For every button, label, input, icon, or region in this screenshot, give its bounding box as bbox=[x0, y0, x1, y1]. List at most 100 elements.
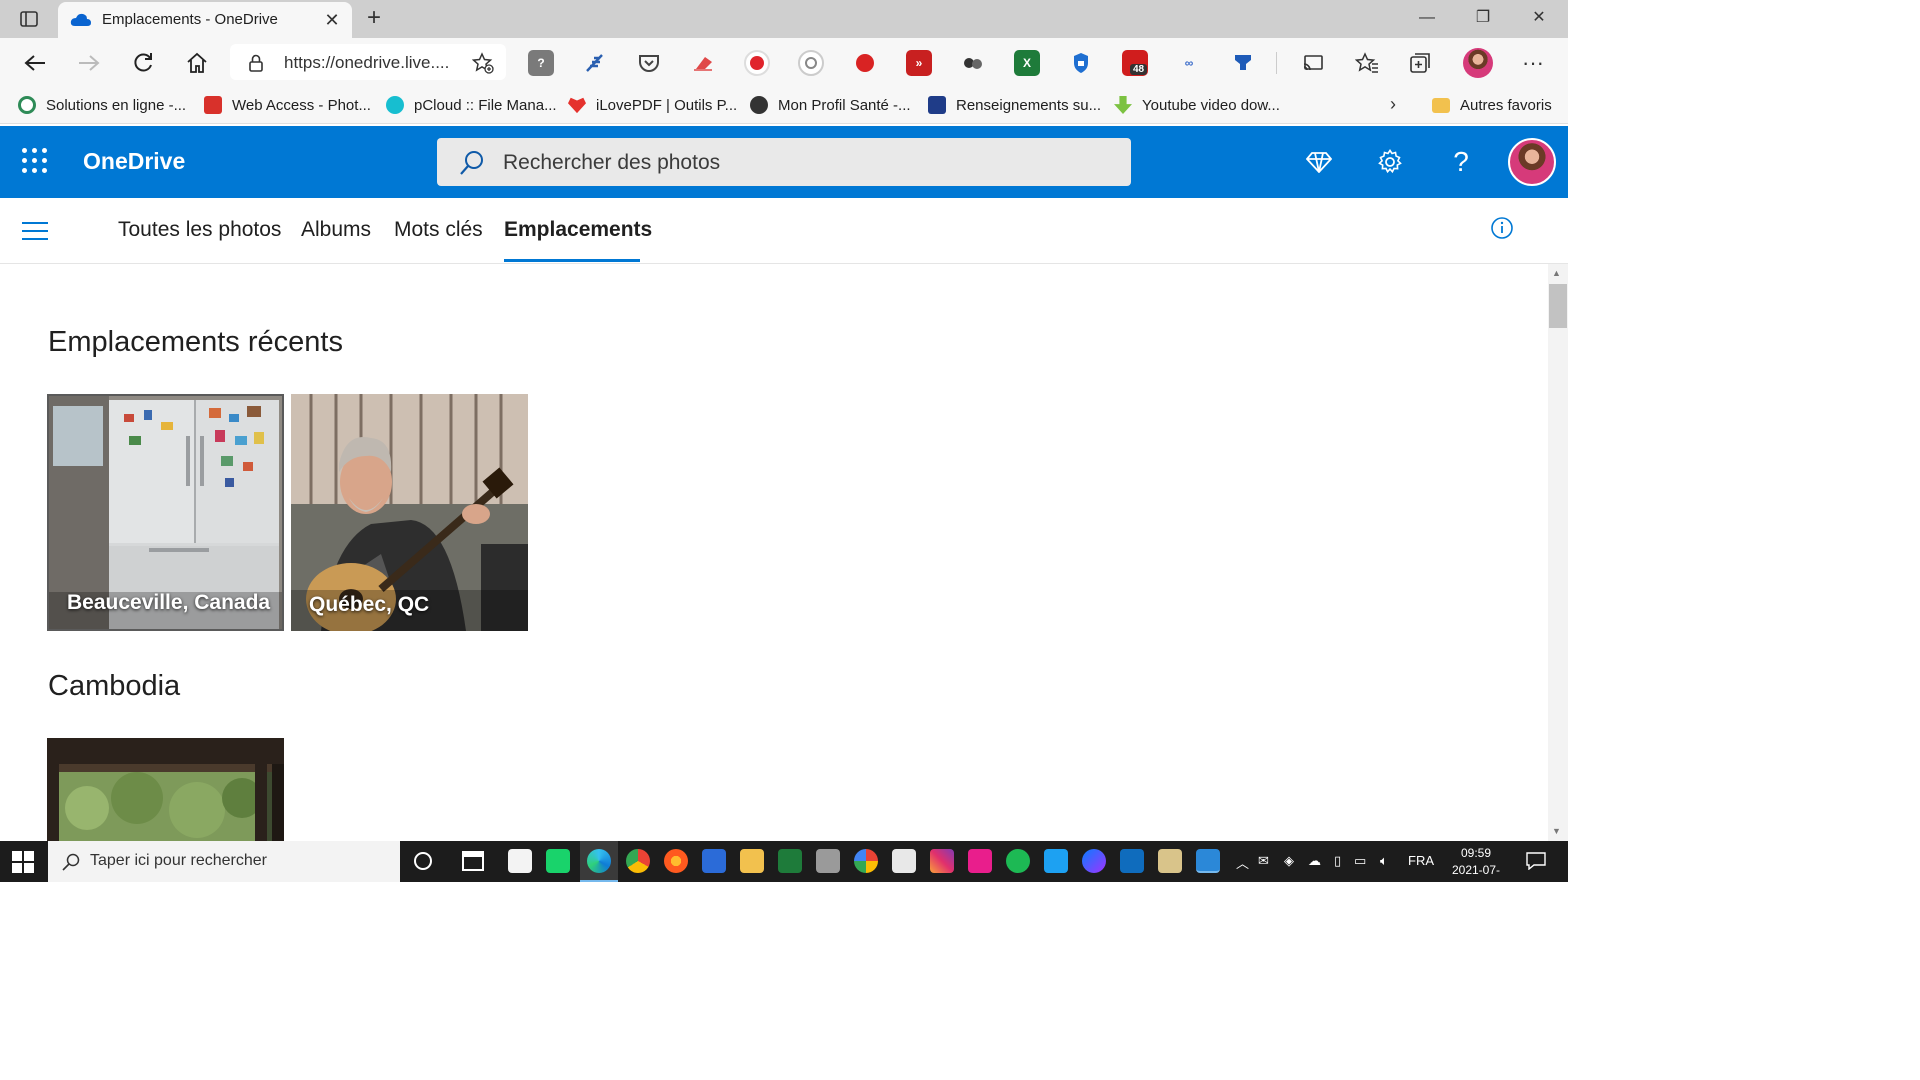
system-clock[interactable]: 09:59 2021-07-08 bbox=[1446, 845, 1506, 896]
lock-extension-icon[interactable] bbox=[1068, 50, 1094, 76]
scroll-thumb[interactable] bbox=[1549, 284, 1567, 328]
onedrive-tray-icon[interactable]: ☁ bbox=[1308, 853, 1321, 869]
tab-places[interactable]: Emplacements bbox=[504, 218, 652, 242]
twitter-icon[interactable] bbox=[1044, 849, 1068, 873]
place-tile[interactable]: Beauceville, Canada bbox=[47, 394, 284, 631]
fingerprint-extension-icon[interactable] bbox=[798, 50, 824, 76]
bookmark-item[interactable]: Web Access - Phot... bbox=[204, 94, 371, 116]
bookmark-item[interactable]: pCloud :: File Mana... bbox=[386, 94, 557, 116]
link-extension-icon[interactable]: ∞ bbox=[1176, 50, 1202, 76]
tab-close-icon[interactable]: ✕ bbox=[322, 10, 342, 30]
tab-tags[interactable]: Mots clés bbox=[394, 218, 483, 242]
profile-avatar[interactable] bbox=[1463, 48, 1493, 78]
green-app-icon[interactable] bbox=[546, 849, 570, 873]
vertical-scrollbar[interactable] bbox=[1548, 264, 1568, 841]
mail-icon[interactable] bbox=[1120, 849, 1144, 873]
section-title: Cambodia bbox=[48, 670, 181, 702]
url-text[interactable]: https://onedrive.live.... bbox=[284, 53, 449, 73]
favorites-icon[interactable] bbox=[1352, 48, 1382, 78]
app-launcher-icon[interactable] bbox=[22, 148, 48, 174]
tab-actions-icon[interactable] bbox=[14, 8, 44, 30]
notifications-icon[interactable] bbox=[1526, 852, 1546, 870]
restore-icon[interactable]: ❐ bbox=[1468, 6, 1498, 30]
firefox-icon[interactable] bbox=[664, 849, 688, 873]
more-options-icon[interactable]: ··· bbox=[1518, 48, 1548, 78]
home-icon[interactable] bbox=[182, 48, 212, 78]
record-extension-icon[interactable] bbox=[744, 50, 770, 76]
settings-gear-icon[interactable] bbox=[1375, 147, 1405, 177]
forward-media-extension-icon[interactable]: » bbox=[906, 50, 932, 76]
lock-icon[interactable] bbox=[248, 54, 264, 72]
photos-pinwheel-icon[interactable] bbox=[854, 849, 878, 873]
hamburger-menu-icon[interactable] bbox=[22, 222, 48, 240]
search-placeholder: Rechercher des photos bbox=[503, 151, 721, 174]
bookmark-item[interactable]: iLovePDF | Outils P... bbox=[568, 94, 737, 116]
bookmark-item[interactable]: Renseignements su... bbox=[928, 94, 1101, 116]
premium-diamond-icon[interactable] bbox=[1304, 147, 1334, 177]
new-tab-icon[interactable]: + bbox=[362, 6, 386, 30]
language-indicator[interactable]: FRA bbox=[1408, 853, 1434, 868]
scroll-up-arrow-icon[interactable]: ▲ bbox=[1552, 268, 1561, 278]
add-favorite-icon[interactable] bbox=[472, 52, 494, 74]
cloud-upload-app-icon[interactable] bbox=[968, 849, 992, 873]
messenger-icon[interactable] bbox=[1082, 849, 1106, 873]
taskbar-search-box[interactable]: Taper ici pour rechercher bbox=[48, 841, 400, 882]
place-tile[interactable] bbox=[47, 738, 284, 841]
spotify-icon[interactable] bbox=[1006, 849, 1030, 873]
security-tray-icon[interactable]: ◈ bbox=[1284, 853, 1294, 869]
dots-extension-icon[interactable] bbox=[960, 50, 986, 76]
writer-app-icon[interactable] bbox=[702, 849, 726, 873]
minimize-icon[interactable]: — bbox=[1412, 6, 1442, 30]
collections-icon[interactable] bbox=[1406, 48, 1436, 78]
show-hidden-icons-icon[interactable]: ︿ bbox=[1236, 853, 1249, 872]
mail-tray-icon[interactable]: ✉ bbox=[1258, 853, 1269, 869]
outlook-icon[interactable] bbox=[1196, 849, 1220, 873]
bookmark-item[interactable]: Solutions en ligne -... bbox=[18, 94, 186, 116]
trophy-extension-icon[interactable] bbox=[1230, 50, 1256, 76]
file-explorer-icon[interactable] bbox=[740, 849, 764, 873]
tab-albums[interactable]: Albums bbox=[301, 218, 371, 242]
info-icon[interactable] bbox=[1490, 216, 1514, 240]
keyboard-app-icon[interactable] bbox=[892, 849, 916, 873]
calculator-icon[interactable] bbox=[816, 849, 840, 873]
windows-start-icon[interactable] bbox=[12, 851, 34, 873]
onedrive-header: OneDrive Rechercher des photos ? bbox=[0, 126, 1568, 198]
heart-icon bbox=[568, 97, 586, 114]
forward-icon[interactable] bbox=[74, 48, 104, 78]
refresh-icon[interactable] bbox=[128, 48, 158, 78]
excel-icon[interactable] bbox=[778, 849, 802, 873]
chevron-right-icon[interactable]: › bbox=[1390, 94, 1396, 115]
cortana-icon[interactable] bbox=[414, 852, 432, 870]
browser-tab-active[interactable]: Emplacements - OneDrive ✕ bbox=[58, 2, 352, 38]
network-icon[interactable]: ▭ bbox=[1354, 853, 1366, 869]
notes-app-icon[interactable] bbox=[1158, 849, 1182, 873]
excel-extension-icon[interactable]: X bbox=[1014, 50, 1040, 76]
store-app-icon[interactable] bbox=[508, 849, 532, 873]
help-question-icon[interactable]: ? bbox=[1446, 146, 1476, 177]
chrome-icon[interactable] bbox=[626, 849, 650, 873]
onedrive-brand[interactable]: OneDrive bbox=[83, 148, 185, 175]
shield-extension-icon[interactable]: 48 bbox=[1122, 50, 1148, 76]
cast-icon[interactable] bbox=[1298, 48, 1328, 78]
back-icon[interactable] bbox=[20, 48, 50, 78]
other-favorites-folder[interactable]: Autres favoris bbox=[1432, 94, 1552, 116]
close-window-icon[interactable]: ✕ bbox=[1524, 6, 1554, 30]
scroll-down-arrow-icon[interactable]: ▼ bbox=[1552, 826, 1561, 836]
place-tile[interactable]: Québec, QC bbox=[291, 394, 528, 631]
help-extension-icon[interactable]: ? bbox=[528, 50, 554, 76]
feather-extension-icon[interactable] bbox=[582, 50, 608, 76]
eraser-extension-icon[interactable] bbox=[690, 50, 716, 76]
account-avatar[interactable] bbox=[1508, 138, 1556, 186]
tab-all-photos[interactable]: Toutes les photos bbox=[118, 218, 281, 242]
bookmark-item[interactable]: Youtube video dow... bbox=[1114, 94, 1280, 116]
photo-search-input[interactable]: Rechercher des photos bbox=[437, 138, 1131, 186]
bookmark-item[interactable]: Mon Profil Santé -... bbox=[750, 94, 911, 116]
volume-icon[interactable]: 🔈︎ bbox=[1380, 853, 1388, 869]
instagram-icon[interactable] bbox=[930, 849, 954, 873]
battery-icon[interactable]: ▯ bbox=[1334, 853, 1341, 869]
edge-taskbar-active[interactable] bbox=[580, 841, 618, 882]
youtube-extension-icon[interactable] bbox=[852, 50, 878, 76]
pocket-icon[interactable] bbox=[636, 50, 662, 76]
address-bar[interactable]: https://onedrive.live.... bbox=[230, 44, 506, 80]
task-view-icon[interactable] bbox=[462, 851, 484, 871]
